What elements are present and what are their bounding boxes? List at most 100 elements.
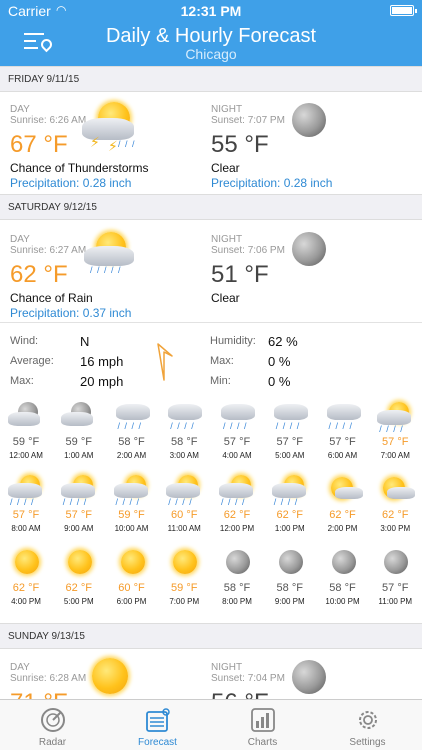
sun-rain-icon: / / / /	[369, 400, 421, 434]
hourly-temperature: 57 °F	[382, 582, 409, 594]
hourly-time: 10:00 PM	[325, 597, 360, 606]
hourly-time: 2:00 PM	[327, 524, 358, 533]
hourly-temperature: 60 °F	[171, 509, 198, 521]
night-condition: Clear	[211, 291, 240, 305]
hourly-time: 1:00 PM	[274, 524, 305, 533]
humidity-max: 0 %	[268, 354, 291, 369]
hourly-item: / / / / 60 °F 11:00 AM	[158, 473, 210, 534]
day-header: FRIDAY 9/11/15	[0, 66, 422, 92]
humidity-min-label: Min:	[210, 375, 231, 387]
hourly-item: / / / / 57 °F 9:00 AM	[53, 473, 105, 534]
hourly-temperature: 62 °F	[276, 509, 303, 521]
hourly-temperature: 58 °F	[223, 582, 251, 594]
hourly-item: 62 °F 4:00 PM	[0, 546, 52, 607]
wind-max: 20 mph	[80, 374, 124, 389]
sun-rain-icon: / / / /	[211, 473, 263, 507]
hourly-time: 6:00 PM	[116, 597, 147, 606]
sun-icon	[92, 658, 128, 694]
tab-label: Settings	[349, 737, 386, 748]
hourly-time: 11:00 AM	[167, 524, 201, 533]
page-title: Daily & Hourly Forecast	[105, 25, 317, 47]
rain-icon: / / / /	[158, 400, 210, 434]
tab-charts[interactable]: Charts	[210, 700, 315, 750]
sun-icon	[53, 546, 105, 580]
hourly-temperature: 57 °F	[382, 436, 409, 448]
hourly-item: / / / / 57 °F 4:00 AM	[211, 400, 263, 461]
sun-icon	[158, 546, 210, 580]
day-header: SUNDAY 9/13/15	[0, 623, 422, 649]
hourly-item: 57 °F 11:00 PM	[369, 546, 421, 607]
hourly-time: 10:00 AM	[114, 524, 149, 533]
hourly-time: 5:00 AM	[275, 451, 305, 460]
average-label: Average:	[10, 355, 54, 367]
day-condition: Chance of Rain	[10, 291, 93, 305]
hourly-item: / / / / 57 °F 8:00 AM	[0, 473, 52, 534]
sun-rain-icon: / / / /	[53, 473, 105, 507]
moon-cloud-icon	[0, 400, 52, 434]
sun-cloud-icon	[317, 473, 369, 507]
wind-direction-arrow-icon	[157, 343, 173, 381]
app-header: Carrier ◠ 12:31 PM Daily & Hourly Foreca…	[0, 0, 422, 66]
moon-icon	[369, 546, 421, 580]
hourly-temperature: 59 °F	[65, 436, 92, 448]
wind-max-label: Max:	[10, 375, 34, 387]
hourly-item: 59 °F 7:00 PM	[158, 546, 210, 607]
moon-icon	[264, 546, 316, 580]
hourly-time: 11:00 PM	[378, 597, 413, 606]
hourly-time: 9:00 PM	[274, 597, 305, 606]
day-header: SATURDAY 9/12/15	[0, 194, 422, 220]
humidity-label: Humidity:	[210, 335, 256, 347]
day-precipitation: Precipitation: 0.28 inch	[10, 176, 132, 190]
hourly-item: / / / / 59 °F 10:00 AM	[106, 473, 158, 534]
rain-icon: / / / /	[317, 400, 369, 434]
hourly-item: 59 °F 1:00 AM	[53, 400, 105, 461]
divider	[0, 322, 422, 323]
hourly-temperature: 57 °F	[12, 509, 40, 521]
night-condition: Clear	[211, 161, 240, 175]
hourly-temperature: 58 °F	[171, 436, 198, 448]
tab-settings[interactable]: Settings	[315, 700, 420, 750]
hourly-time: 9:00 AM	[64, 524, 94, 533]
moon-icon	[292, 660, 326, 694]
hourly-item: 62 °F 2:00 PM	[317, 473, 369, 534]
thunderstorm-icon: ⚡ ⚡ / / /	[80, 100, 142, 162]
hourly-time: 7:00 PM	[169, 597, 200, 606]
hourly-time: 6:00 AM	[327, 451, 358, 460]
moon-icon	[317, 546, 369, 580]
wind-label: Wind:	[10, 335, 39, 347]
hourly-temperature: 58 °F	[276, 582, 303, 594]
sun-rain-icon: / / / /	[158, 473, 210, 507]
night-precipitation: Precipitation: 0.28 inch	[211, 176, 333, 190]
hourly-time: 8:00 AM	[11, 524, 41, 533]
tab-radar[interactable]: Radar	[0, 700, 105, 750]
hourly-temperature: 62 °F	[65, 582, 92, 594]
hourly-temperature: 62 °F	[223, 509, 251, 521]
hourly-time: 12:00 AM	[9, 451, 43, 460]
hourly-temperature: 58 °F	[329, 582, 356, 594]
hourly-time: 3:00 AM	[169, 451, 199, 460]
tab-forecast[interactable]: Forecast	[105, 700, 210, 750]
battery-icon	[390, 5, 417, 16]
hourly-time: 4:00 AM	[222, 451, 252, 460]
forecast-icon	[146, 708, 170, 732]
hourly-item: 60 °F 6:00 PM	[106, 546, 158, 607]
hourly-temperature: 62 °F	[382, 509, 409, 521]
rain-icon: / / / /	[264, 400, 316, 434]
moon-icon	[292, 103, 326, 137]
moon-cloud-icon	[53, 400, 105, 434]
hourly-item: 62 °F 3:00 PM	[369, 473, 421, 534]
hourly-item: 58 °F 10:00 PM	[317, 546, 369, 607]
hourly-temperature: 59 °F	[12, 436, 40, 448]
hourly-item: 58 °F 9:00 PM	[264, 546, 316, 607]
hourly-time: 5:00 PM	[63, 597, 94, 606]
tab-label: Forecast	[138, 737, 177, 748]
hourly-time: 3:00 PM	[380, 524, 411, 533]
tab-label: Charts	[247, 737, 278, 748]
moon-icon	[292, 232, 326, 266]
hourly-temperature: 57 °F	[223, 436, 251, 448]
hourly-temperature: 58 °F	[118, 436, 145, 448]
hourly-temperature: 62 °F	[12, 582, 40, 594]
hourly-item: / / / / 57 °F 6:00 AM	[317, 400, 369, 461]
charts-icon	[251, 708, 275, 732]
hourly-temperature: 57 °F	[276, 436, 303, 448]
